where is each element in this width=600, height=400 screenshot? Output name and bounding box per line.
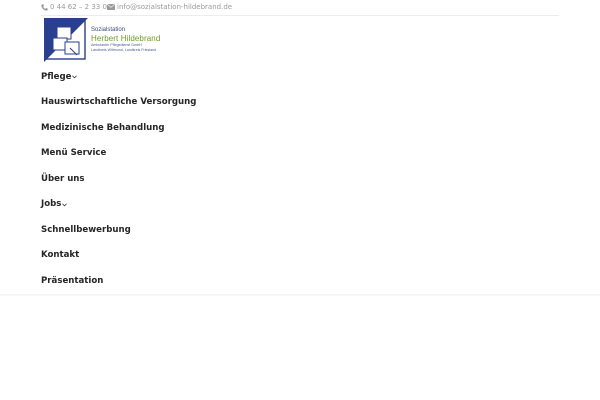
top-info-bar: 0 44 62 – 2 33 04 info@sozialstation-hil…: [41, 0, 559, 16]
phone-number: 0 44 62 – 2 33 04: [50, 3, 112, 11]
nav-item-label: Präsentation: [41, 275, 104, 286]
nav-item-label: Schnellbewerbung: [41, 224, 131, 235]
nav-item-hauswirtschaftliche-versorgung[interactable]: Hauswirtschaftliche Versorgung: [41, 90, 559, 116]
logo-line2: Herbert Hildebrand: [91, 34, 161, 43]
nav-item-label: Pflege: [41, 71, 72, 82]
email-address: info@sozialstation-hildebrand.de: [117, 3, 233, 11]
nav-item-label: Jobs: [41, 199, 62, 210]
nav-item-ueber-uns[interactable]: Über uns: [41, 166, 559, 192]
nav-item-jobs[interactable]: Jobs: [41, 192, 559, 218]
logo-line4: Landkreis Wittmund, Landkreis Friesland: [91, 47, 157, 52]
nav-item-pflege[interactable]: Pflege: [41, 64, 559, 90]
logo-line1: Sozialstation: [91, 27, 126, 33]
main-navigation: Pflege Hauswirtschaftliche Versorgung Me…: [41, 64, 559, 294]
header-divider: [0, 294, 600, 296]
email-link[interactable]: info@sozialstation-hildebrand.de: [107, 3, 232, 11]
nav-item-label: Medizinische Behandlung: [41, 122, 165, 133]
nav-item-label: Hauswirtschaftliche Versorgung: [41, 97, 197, 108]
site-logo[interactable]: Sozialstation Herbert Hildebrand Ambulan…: [44, 18, 168, 62]
logo-emblem-icon: [44, 18, 88, 62]
envelope-icon: [107, 4, 115, 10]
nav-item-label: Menü Service: [41, 148, 107, 159]
nav-item-praesentation[interactable]: Präsentation: [41, 268, 559, 294]
chevron-down-icon: [72, 75, 78, 79]
phone-link[interactable]: 0 44 62 – 2 33 04: [41, 3, 111, 11]
nav-item-label: Über uns: [41, 173, 85, 184]
nav-item-kontakt[interactable]: Kontakt: [41, 243, 559, 269]
phone-icon: [41, 3, 48, 11]
chevron-down-icon: [62, 203, 68, 207]
nav-item-menue-service[interactable]: Menü Service: [41, 141, 559, 167]
nav-item-schnellbewerbung[interactable]: Schnellbewerbung: [41, 217, 559, 243]
nav-item-medizinische-behandlung[interactable]: Medizinische Behandlung: [41, 115, 559, 141]
nav-item-label: Kontakt: [41, 250, 80, 261]
